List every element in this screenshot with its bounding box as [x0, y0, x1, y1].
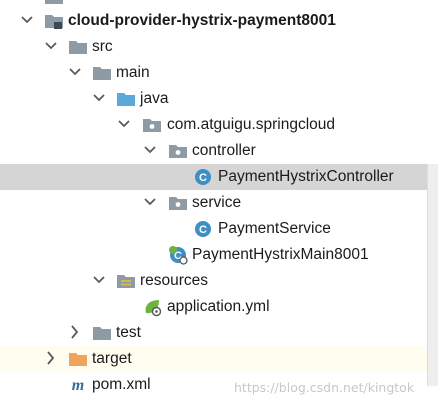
tree-row-package[interactable]: com.atguigu.springcloud [0, 112, 438, 138]
controller-class-label: PaymentHystrixController [218, 168, 394, 185]
spring-yml-file-icon [142, 297, 162, 317]
vertical-scrollbar[interactable] [427, 164, 438, 386]
tree-row-src[interactable]: src [0, 34, 438, 60]
spring-boot-main-class-icon [168, 245, 188, 265]
folder-icon [92, 63, 112, 83]
tree-row-main-class[interactable]: PaymentHystrixMain8001 [0, 242, 438, 268]
excluded-folder-icon [68, 349, 88, 369]
controller-label: controller [192, 142, 256, 159]
chevron-down-icon[interactable] [68, 63, 82, 81]
target-label: target [92, 350, 132, 367]
tree-row-main[interactable]: main [0, 60, 438, 86]
chevron-down-icon[interactable] [117, 115, 131, 133]
tree-row-module[interactable]: cloud-provider-hystrix-payment8001 [0, 8, 438, 34]
main-label: main [116, 64, 150, 81]
module-folder-icon [44, 11, 64, 31]
folder-icon [44, 0, 64, 7]
folder-icon [92, 323, 112, 343]
tree-row-controller[interactable]: controller [0, 138, 438, 164]
tree-row-test[interactable]: test [0, 320, 438, 346]
chevron-down-icon[interactable] [143, 193, 157, 211]
resources-label: resources [140, 272, 209, 289]
test-label: test [116, 324, 141, 341]
class-icon [193, 167, 213, 187]
tree-row-resources[interactable]: resources [0, 268, 438, 294]
class-icon [193, 219, 213, 239]
application-yml-label: application.yml [167, 298, 270, 315]
package-icon [142, 115, 162, 135]
module-label: cloud-provider-hystrix-payment8001 [68, 12, 336, 29]
tree-row-service-class[interactable]: PaymentService [0, 216, 438, 242]
package-icon [168, 141, 188, 161]
tree-row-target[interactable]: target [0, 346, 438, 372]
package-label: com.atguigu.springcloud [167, 116, 336, 133]
service-class-label: PaymentService [218, 220, 331, 237]
tree-row-java[interactable]: java [0, 86, 438, 112]
chevron-right-icon[interactable] [44, 349, 58, 367]
pom-label: pom.xml [92, 376, 151, 393]
tree-row-application-yml[interactable]: application.yml [0, 294, 438, 320]
package-icon [168, 193, 188, 213]
source-root-folder-icon [116, 89, 136, 109]
chevron-down-icon[interactable] [143, 141, 157, 159]
maven-pom-icon [68, 375, 88, 395]
main-class-label: PaymentHystrixMain8001 [192, 246, 369, 263]
src-label: src [92, 38, 113, 55]
chevron-down-icon[interactable] [44, 37, 58, 55]
resources-root-folder-icon [116, 271, 136, 291]
folder-icon [68, 37, 88, 57]
chevron-down-icon[interactable] [92, 89, 106, 107]
chevron-down-icon[interactable] [92, 271, 106, 289]
tree-row-service[interactable]: service [0, 190, 438, 216]
chevron-down-icon[interactable] [20, 11, 34, 29]
java-label: java [140, 90, 169, 107]
tree-row-controller-class[interactable]: PaymentHystrixController [0, 164, 438, 190]
chevron-right-icon[interactable] [68, 323, 82, 341]
watermark: https://blog.csdn.net/kingtok [234, 380, 415, 395]
service-label: service [192, 194, 242, 211]
